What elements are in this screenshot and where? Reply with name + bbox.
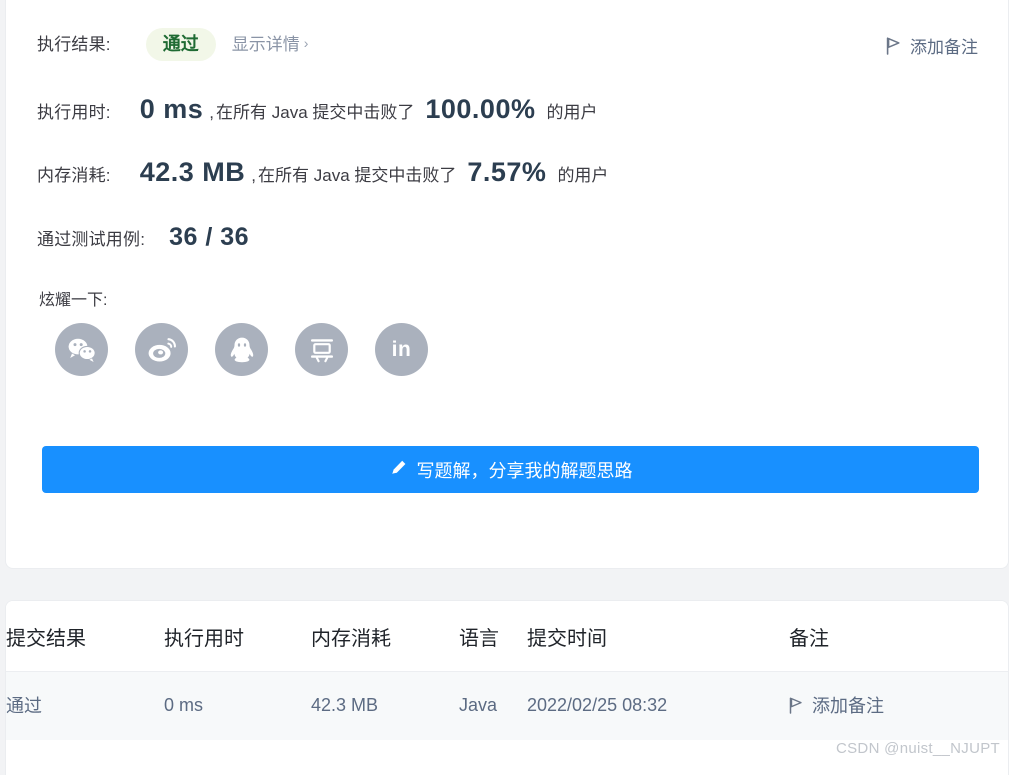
show-detail-link[interactable]: 显示详情 ›: [232, 30, 309, 55]
cell-note[interactable]: 添加备注: [789, 672, 1008, 741]
memory-row: 内存消耗: 42.3 MB , 在所有 Java 提交中击败了 7.57% 的用…: [37, 157, 608, 188]
qq-icon: [229, 336, 255, 364]
write-solution-button[interactable]: 写题解，分享我的解题思路: [42, 446, 979, 493]
share-label: 炫耀一下:: [39, 286, 107, 310]
runtime-beat-suffix: 的用户: [546, 98, 597, 123]
column-header-language[interactable]: 语言: [459, 601, 527, 672]
cell-memory: 42.3 MB: [311, 672, 459, 741]
testcases-label: 通过测试用例:: [37, 225, 145, 250]
runtime-comma: ,: [209, 103, 214, 123]
column-header-result[interactable]: 提交结果: [6, 601, 164, 672]
share-icon-list: in: [55, 323, 428, 376]
flag-icon: [886, 37, 901, 55]
submissions-table: 提交结果 执行用时 内存消耗 语言 提交时间 备注 通过 0 ms 42.3 M…: [6, 601, 1008, 740]
table-header-row: 提交结果 执行用时 内存消耗 语言 提交时间 备注: [6, 601, 1008, 672]
cell-runtime: 0 ms: [164, 672, 311, 741]
column-header-note[interactable]: 备注: [789, 601, 1008, 672]
douban-icon: [308, 336, 336, 364]
memory-beat-suffix: 的用户: [557, 161, 608, 186]
table-body: 通过 0 ms 42.3 MB Java 2022/02/25 08:32 添加…: [6, 672, 1008, 741]
execution-result-row: 执行结果: 通过 显示详情 ›: [37, 28, 308, 61]
table-row[interactable]: 通过 0 ms 42.3 MB Java 2022/02/25 08:32 添加…: [6, 672, 1008, 741]
add-note-button[interactable]: 添加备注: [886, 33, 978, 58]
cell-result[interactable]: 通过: [6, 672, 164, 741]
add-note-label: 添加备注: [812, 692, 884, 718]
execution-result-label: 执行结果:: [37, 30, 111, 55]
column-header-submit-time[interactable]: 提交时间: [527, 601, 789, 672]
memory-comma: ,: [251, 166, 256, 186]
submissions-card: 提交结果 执行用时 内存消耗 语言 提交时间 备注 通过 0 ms 42.3 M…: [5, 600, 1009, 775]
cell-submit-time: 2022/02/25 08:32: [527, 672, 789, 741]
share-weibo-button[interactable]: [135, 323, 188, 376]
memory-beat-prefix: 在所有 Java 提交中击败了: [258, 161, 456, 186]
table-header: 提交结果 执行用时 内存消耗 语言 提交时间 备注: [6, 601, 1008, 672]
share-qq-button[interactable]: [215, 323, 268, 376]
column-header-memory[interactable]: 内存消耗: [311, 601, 459, 672]
pencil-icon: [389, 458, 408, 482]
linkedin-icon: in: [392, 338, 412, 362]
runtime-label: 执行用时:: [37, 98, 111, 123]
share-linkedin-button[interactable]: in: [375, 323, 428, 376]
chevron-right-icon: ›: [304, 35, 309, 51]
share-douban-button[interactable]: [295, 323, 348, 376]
column-header-runtime[interactable]: 执行用时: [164, 601, 311, 672]
testcases-row: 通过测试用例: 36 / 36: [37, 223, 249, 252]
runtime-percentile: 100.00%: [425, 94, 535, 125]
testcases-value: 36 / 36: [169, 223, 249, 252]
flag-icon: [789, 697, 803, 714]
share-wechat-button[interactable]: [55, 323, 108, 376]
weibo-icon: [147, 337, 177, 363]
write-solution-label: 写题解，分享我的解题思路: [417, 457, 633, 483]
status-badge: 通过: [146, 28, 216, 61]
wechat-icon: [67, 337, 97, 363]
memory-label: 内存消耗:: [37, 161, 111, 186]
cell-language: Java: [459, 672, 527, 741]
show-detail-label: 显示详情: [232, 30, 300, 55]
add-note-label: 添加备注: [910, 33, 978, 58]
runtime-value: 0 ms: [140, 94, 204, 125]
runtime-beat-prefix: 在所有 Java 提交中击败了: [216, 98, 414, 123]
runtime-row: 执行用时: 0 ms , 在所有 Java 提交中击败了 100.00% 的用户: [37, 94, 597, 125]
memory-value: 42.3 MB: [140, 157, 246, 188]
memory-percentile: 7.57%: [467, 157, 546, 188]
submission-result-card: 执行结果: 通过 显示详情 › 添加备注 执行用时: 0 ms , 在所有 Ja…: [5, 0, 1009, 569]
